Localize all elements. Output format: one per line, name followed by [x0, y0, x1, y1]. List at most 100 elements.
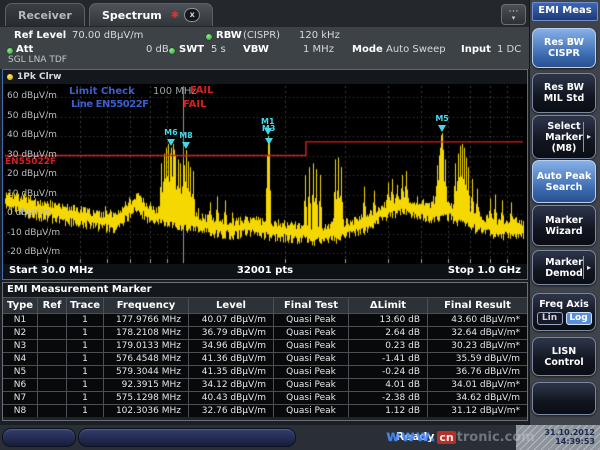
column-header: ΔLimit — [349, 298, 427, 313]
marker-label-m3[interactable]: M3 — [262, 124, 276, 133]
cell-type: N6 — [3, 379, 37, 391]
emi-marker-window: EMI Measurement Marker TypeRefTraceFrequ… — [2, 282, 528, 421]
column-header: Final Result — [428, 298, 527, 313]
cell-delta_limit: 13.60 dB — [349, 314, 427, 326]
tab-receiver[interactable]: Receiver — [5, 3, 85, 26]
cell-level: 32.76 dBµV/m — [189, 405, 273, 417]
marker-icon-m6[interactable] — [167, 139, 175, 146]
marker-icon-m3[interactable] — [265, 138, 273, 145]
swt-label[interactable]: SWT — [179, 44, 204, 55]
cell-final_result: 32.64 dBµV/m* — [428, 327, 527, 339]
cell-delta_limit: -0.24 dB — [349, 366, 427, 378]
table-row[interactable]: N41576.4548 MHz41.36 dBµV/mQuasi Peak-1.… — [3, 352, 527, 365]
softkey-empty-softkey[interactable] — [532, 382, 596, 415]
trace-info-bar: 1Pk Clrw — [3, 70, 527, 84]
cell-trace: 1 — [67, 327, 103, 339]
toggle-lin[interactable]: Lin — [537, 312, 563, 325]
input-label[interactable]: Input — [461, 44, 491, 55]
toggle-log[interactable]: Log — [566, 312, 592, 325]
swt-value[interactable]: 5 s — [211, 44, 226, 55]
table-row[interactable]: N81102.3036 MHz32.76 dBµV/mQuasi Peak1.1… — [3, 404, 527, 417]
cell-frequency: 102.3036 MHz — [104, 405, 188, 417]
att-led-icon — [7, 48, 13, 54]
tab-label: Spectrum — [102, 9, 162, 22]
table-title: EMI Measurement Marker — [3, 283, 527, 297]
cell-frequency: 579.3044 MHz — [104, 366, 188, 378]
table-row[interactable]: N71575.1298 MHz40.43 dBµV/mQuasi Peak-2.… — [3, 391, 527, 404]
cell-type: N5 — [3, 366, 37, 378]
rbw-value[interactable]: 120 kHz — [299, 30, 340, 41]
cell-type: N8 — [3, 405, 37, 417]
column-header: Final Test — [274, 298, 348, 313]
limit-line-tag: EN55022F — [5, 157, 56, 167]
status-flags: SGL LNA TDF — [8, 55, 67, 65]
marker-label-m5[interactable]: M5 — [435, 114, 449, 123]
cell-final_test: Quasi Peak — [274, 353, 348, 365]
softkey-res-bw-cispr[interactable]: Res BWCISPR — [532, 28, 596, 68]
vbw-value[interactable]: 1 MHz — [303, 44, 334, 55]
ref-level-label[interactable]: Ref Level — [14, 30, 66, 41]
cell-level: 34.12 dBµV/m — [189, 379, 273, 391]
instrument-screen: Receiver Spectrum ✱ x ⋯ ▾ Ref Level 70.0… — [0, 0, 600, 450]
cell-ref — [38, 379, 66, 391]
close-tab-icon[interactable]: x — [184, 8, 200, 22]
limit-check-result-2: FAIL — [183, 99, 207, 110]
softkey-select-marker[interactable]: SelectMarker(M8)▸ — [532, 115, 596, 159]
softkey-marker-demod[interactable]: MarkerDemod▸ — [532, 250, 596, 285]
att-label[interactable]: Att — [16, 44, 33, 55]
table-row[interactable]: N21178.2108 MHz36.79 dBµV/mQuasi Peak2.6… — [3, 326, 527, 339]
marker-label-m8[interactable]: M8 — [179, 131, 193, 140]
softkey-freq-axis[interactable]: Freq AxisLinLog — [532, 293, 596, 331]
table-row[interactable]: N31179.0133 MHz34.96 dBµV/mQuasi Peak0.2… — [3, 339, 527, 352]
cell-trace: 1 — [67, 379, 103, 391]
submenu-arrow-icon: ▸ — [583, 122, 594, 151]
cell-ref — [38, 392, 66, 404]
input-value[interactable]: 1 DC — [497, 44, 521, 55]
cell-final_result: 34.01 dBµV/m* — [428, 379, 527, 391]
vbw-label[interactable]: VBW — [243, 44, 269, 55]
stop-freq[interactable]: Stop 1.0 GHz — [448, 265, 521, 276]
cell-trace: 1 — [67, 314, 103, 326]
status-segment — [2, 428, 76, 447]
marker-icon-m8[interactable] — [182, 142, 190, 149]
softkey-auto-peak-search[interactable]: Auto PeakSearch — [532, 160, 596, 203]
cell-ref — [38, 340, 66, 352]
tab-spectrum[interactable]: Spectrum ✱ x — [89, 3, 213, 26]
table-header-row: TypeRefTraceFrequencyLevelFinal TestΔLim… — [3, 297, 527, 313]
softkey-menu-title: EMI Meas — [532, 2, 598, 21]
cell-frequency: 576.4548 MHz — [104, 353, 188, 365]
marker-label-m6[interactable]: M6 — [164, 128, 178, 137]
spectrum-window: 1Pk Clrw Limit Check Line EN55022F 100 M… — [2, 69, 528, 280]
display-menu-button[interactable]: ⋯ ▾ — [501, 4, 526, 25]
mode-label[interactable]: Mode — [352, 44, 383, 55]
watermark-prefix: www. — [386, 427, 436, 445]
mode-value[interactable]: Auto Sweep — [386, 44, 446, 55]
softkey-res-bw-mil-std[interactable]: Res BWMIL Std — [532, 73, 596, 113]
cell-ref — [38, 353, 66, 365]
table-row[interactable]: N11177.9766 MHz40.07 dBµV/mQuasi Peak13.… — [3, 313, 527, 326]
cell-trace: 1 — [67, 353, 103, 365]
softkey-label: Wizard — [533, 226, 595, 237]
table-row[interactable]: N6192.3915 MHz34.12 dBµV/mQuasi Peak4.01… — [3, 378, 527, 391]
cell-final_test: Quasi Peak — [274, 327, 348, 339]
trace-led-icon — [7, 74, 13, 80]
rbw-label[interactable]: RBW — [216, 30, 242, 41]
table-row[interactable]: N51579.3044 MHz41.35 dBµV/mQuasi Peak-0.… — [3, 365, 527, 378]
trace-label[interactable]: 1Pk Clrw — [17, 72, 61, 82]
cell-frequency: 92.3915 MHz — [104, 379, 188, 391]
cell-delta_limit: 0.23 dB — [349, 340, 427, 352]
column-header: Level — [189, 298, 273, 313]
softkey-lisn-control[interactable]: LISNControl — [532, 337, 596, 376]
att-value[interactable]: 0 dB — [146, 44, 169, 55]
cell-trace: 1 — [67, 340, 103, 352]
ref-level-value[interactable]: 70.00 dBµV/m — [72, 30, 143, 41]
marker-icon-m5[interactable] — [438, 125, 446, 132]
status-segment — [78, 428, 296, 447]
cell-final_result: 35.59 dBµV/m — [428, 353, 527, 365]
spectrum-canvas[interactable] — [3, 84, 527, 264]
cell-final_result: 31.12 dBµV/m* — [428, 405, 527, 417]
date-text: 31.10.2012 — [544, 428, 595, 437]
softkey-marker-wizard[interactable]: MarkerWizard — [532, 205, 596, 246]
plot-area[interactable]: Limit Check Line EN55022F 100 MHz FAIL F… — [3, 84, 527, 264]
cell-ref — [38, 314, 66, 326]
